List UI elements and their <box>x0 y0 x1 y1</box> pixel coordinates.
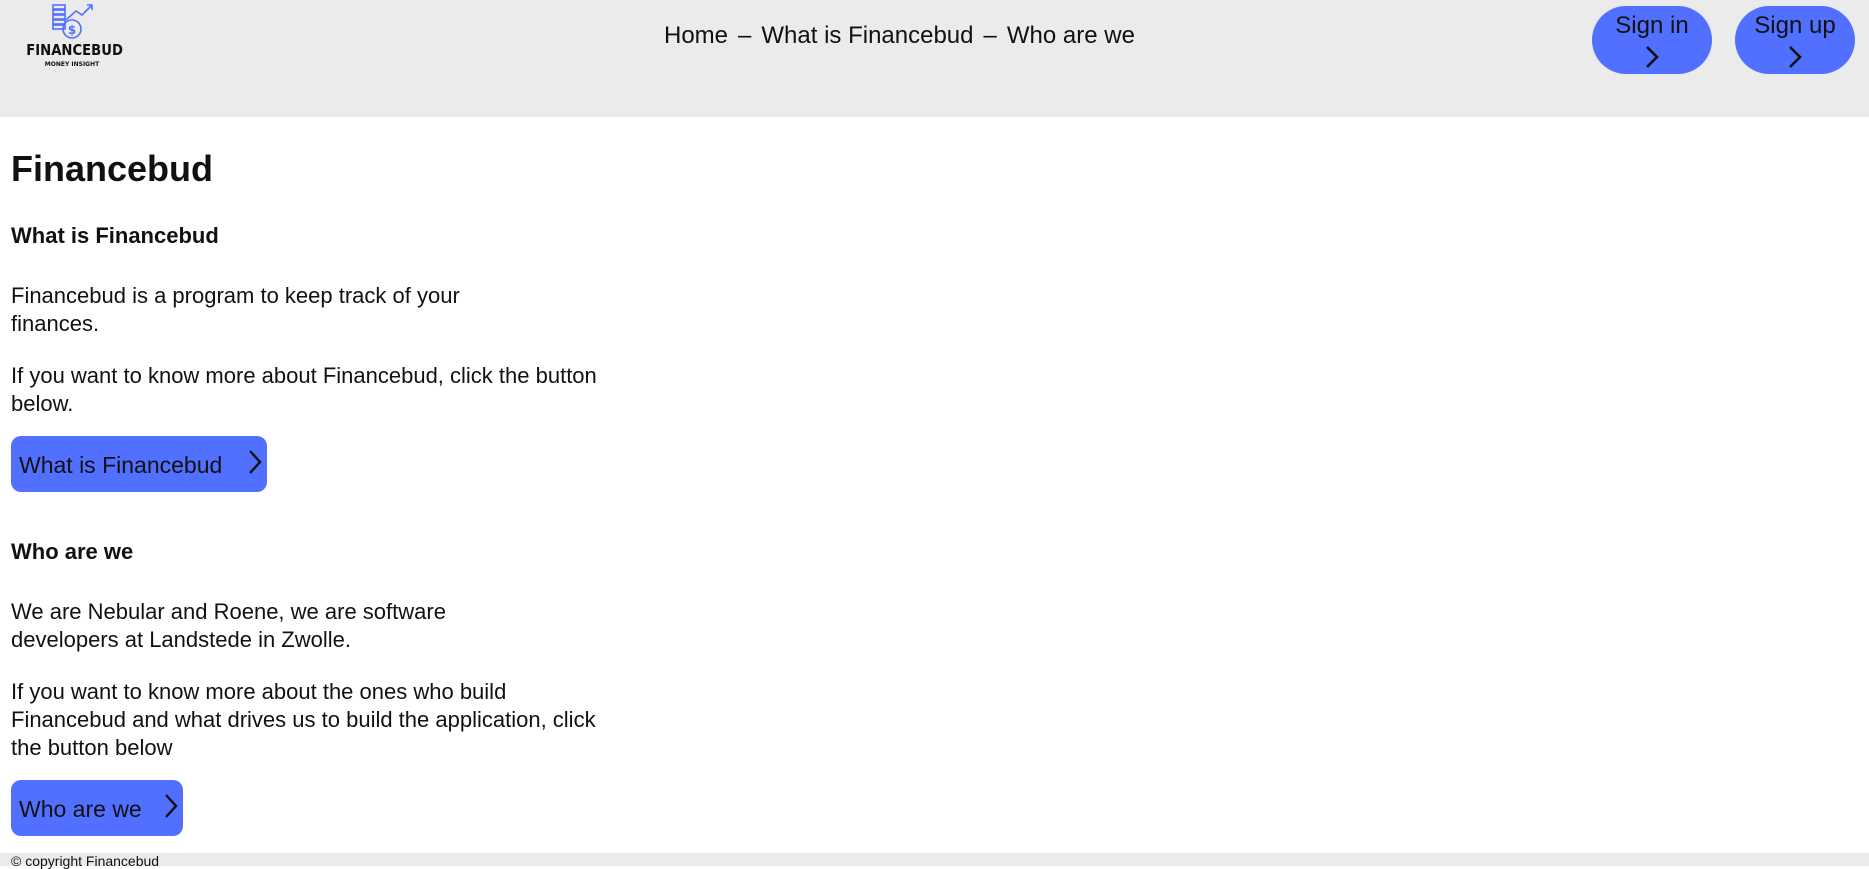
site-header: $ FINANCEBUD MONEY INSIGHT Home – What is … <box>0 0 1869 117</box>
sign-up-button[interactable]: Sign up <box>1735 6 1855 74</box>
what-is-financebud-button[interactable]: What is Financebud <box>11 436 267 492</box>
what-is-financebud-button-label: What is Financebud <box>19 452 223 478</box>
section-what-description: Financebud is a program to keep track of… <box>11 283 460 336</box>
logo-brand-text: FINANCEBUD <box>26 41 123 59</box>
nav-separator: – <box>738 22 752 49</box>
nav-link-what-is-financebud[interactable]: What is Financebud <box>761 22 973 49</box>
who-are-we-button-label: Who are we <box>19 796 142 822</box>
nav-link-home[interactable]: Home <box>664 22 728 49</box>
section-what-instructions: If you want to know more about Financebu… <box>11 363 597 416</box>
chevron-right-icon <box>165 794 178 818</box>
sign-up-label: Sign up <box>1754 12 1836 39</box>
sign-in-label: Sign in <box>1615 12 1689 39</box>
page-title: Financebud <box>11 148 214 189</box>
logo-tagline: MONEY INSIGHT <box>44 61 100 68</box>
chevron-right-icon <box>249 450 262 474</box>
financebud-logo[interactable]: $ FINANCEBUD MONEY INSIGHT <box>20 2 124 72</box>
sign-in-button[interactable]: Sign in <box>1592 6 1712 74</box>
section-who-instructions: If you want to know more about the ones … <box>11 679 596 760</box>
svg-text:$: $ <box>68 23 76 37</box>
nav-link-who-are-we[interactable]: Who are we <box>1007 22 1135 49</box>
section-heading-what: What is Financebud <box>11 223 219 248</box>
chevron-right-icon <box>1789 46 1802 68</box>
who-are-we-button[interactable]: Who are we <box>11 780 183 836</box>
chevron-right-icon <box>1646 46 1659 68</box>
coins-growth-icon: $ <box>52 4 93 39</box>
site-footer: © copyright Financebud <box>0 853 1869 869</box>
nav-separator: – <box>983 22 997 49</box>
breadcrumb-nav: Home – What is Financebud – Who are we <box>664 22 1135 50</box>
section-heading-who: Who are we <box>11 539 134 564</box>
section-who-description: We are Nebular and Roene, we are softwar… <box>11 599 446 652</box>
copyright-text: © copyright Financebud <box>11 853 160 869</box>
